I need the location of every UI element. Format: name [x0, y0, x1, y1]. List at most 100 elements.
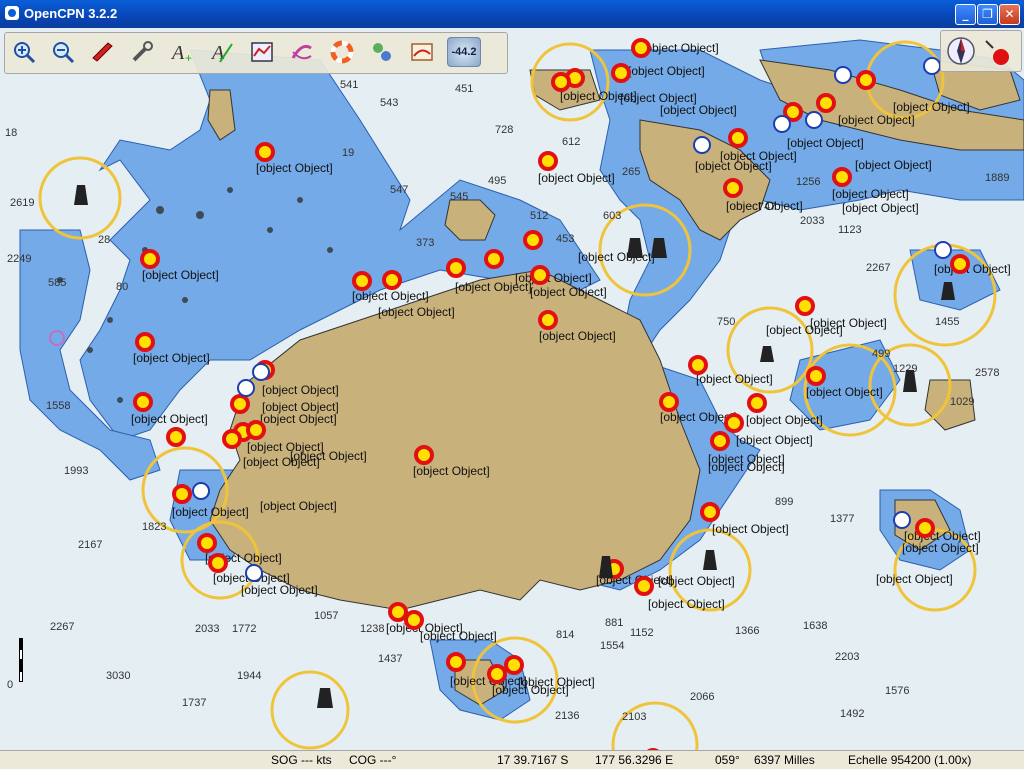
waypoint-marker[interactable] — [487, 664, 507, 684]
lighthouse-icon[interactable] — [703, 550, 717, 570]
waypoint-marker[interactable] — [404, 610, 424, 630]
chart-label: [object Object] — [256, 161, 333, 175]
anchorage-icon[interactable] — [245, 564, 263, 582]
waypoint-marker[interactable] — [631, 38, 651, 58]
waypoint-marker[interactable] — [140, 249, 160, 269]
chart-label: [object Object] — [518, 675, 595, 689]
waypoint-marker[interactable] — [723, 178, 743, 198]
waypoint-marker[interactable] — [414, 445, 434, 465]
depth-sounding: 2066 — [690, 691, 714, 703]
anchorage-icon[interactable] — [773, 115, 791, 133]
depth-sounding: 1944 — [237, 670, 261, 682]
svg-text:A: A — [210, 42, 225, 64]
chart-label: [object Object] — [530, 285, 607, 299]
chart-label: [object Object] — [243, 455, 320, 469]
waypoint-marker[interactable] — [538, 151, 558, 171]
waypoint-marker[interactable] — [700, 502, 720, 522]
waypoint-marker[interactable] — [688, 355, 708, 375]
waypoint-marker[interactable] — [724, 413, 744, 433]
ais-button[interactable] — [367, 37, 397, 67]
waypoint-marker[interactable] — [135, 332, 155, 352]
lighthouse-icon[interactable] — [627, 238, 643, 258]
anchorage-icon[interactable] — [693, 136, 711, 154]
lighthouse-icon[interactable] — [760, 346, 774, 362]
chart-canvas[interactable]: 541 543 451 728 495 612 265 603 747 1256… — [0, 28, 1024, 750]
waypoint-marker[interactable] — [255, 142, 275, 162]
waypoint-marker[interactable] — [172, 484, 192, 504]
waypoint-marker[interactable] — [446, 652, 466, 672]
heading-indicator[interactable]: -44.2 — [447, 37, 481, 67]
lifebuoy-icon — [330, 40, 354, 64]
waypoint-marker[interactable] — [659, 392, 679, 412]
waypoint-marker[interactable] — [611, 63, 631, 83]
waypoint-marker[interactable] — [728, 128, 748, 148]
tide-button[interactable] — [407, 37, 437, 67]
lighthouse-icon[interactable] — [74, 185, 88, 205]
waypoint-marker[interactable] — [551, 72, 571, 92]
anchorage-icon[interactable] — [805, 111, 823, 129]
chart-label: [object Object] — [642, 41, 719, 55]
anchorage-icon[interactable] — [252, 363, 270, 381]
chart-button[interactable] — [247, 37, 277, 67]
anchorage-icon[interactable] — [934, 241, 952, 259]
ship-icon — [92, 42, 113, 62]
route-button[interactable]: A — [207, 37, 237, 67]
depth-sounding: 603 — [603, 210, 621, 222]
scale-segment — [19, 660, 23, 671]
status-bar: SOG --- kts COG ---° 17 39.7167 S 177 56… — [0, 750, 1024, 769]
zoom-in-button[interactable] — [9, 37, 39, 67]
close-button[interactable]: ✕ — [999, 4, 1020, 25]
ship-button[interactable] — [87, 37, 117, 67]
anchorage-icon[interactable] — [834, 66, 852, 84]
waypoint-marker[interactable] — [197, 533, 217, 553]
depth-sounding: 1638 — [803, 620, 827, 632]
waypoint-marker[interactable] — [246, 420, 266, 440]
anchorage-icon[interactable] — [893, 511, 911, 529]
waypoint-marker[interactable] — [832, 167, 852, 187]
waypoint-marker[interactable] — [446, 258, 466, 278]
chart-label: [object Object] — [902, 541, 979, 555]
compass-panel[interactable] — [940, 30, 1022, 72]
depth-sounding: 1366 — [735, 625, 759, 637]
depth-sounding: 1437 — [378, 653, 402, 665]
lighthouse-icon[interactable] — [317, 688, 333, 708]
anchorage-icon[interactable] — [923, 57, 941, 75]
waypoint-marker[interactable] — [504, 655, 524, 675]
waypoint-marker[interactable] — [710, 431, 730, 451]
waypoint-marker[interactable] — [208, 553, 228, 573]
waypoint-marker[interactable] — [530, 265, 550, 285]
anchorage-icon[interactable] — [192, 482, 210, 500]
waypoint-marker[interactable] — [523, 230, 543, 250]
depth-sounding: 1823 — [142, 521, 166, 533]
waypoint-marker[interactable] — [230, 394, 250, 414]
settings-button[interactable] — [127, 37, 157, 67]
waypoint-marker[interactable] — [538, 310, 558, 330]
waypoint-marker[interactable] — [352, 271, 372, 291]
waypoint-marker[interactable] — [166, 427, 186, 447]
waypoint-marker[interactable] — [806, 366, 826, 386]
maximize-button[interactable]: ❐ — [977, 4, 998, 25]
depth-sounding: 1554 — [600, 640, 624, 652]
waypoint-marker[interactable] — [795, 296, 815, 316]
scale-label: 0 — [7, 679, 14, 691]
waypoint-marker[interactable] — [747, 393, 767, 413]
mob-button[interactable] — [327, 37, 357, 67]
waypoint-marker[interactable] — [856, 70, 876, 90]
waypoint-marker[interactable] — [950, 254, 970, 274]
chart-label: [object Object] — [934, 262, 1011, 276]
waypoint-marker[interactable] — [816, 93, 836, 113]
waypoint-marker[interactable] — [382, 270, 402, 290]
waypoint-marker[interactable] — [915, 518, 935, 538]
track-button[interactable] — [287, 37, 317, 67]
waypoint-marker[interactable] — [388, 602, 408, 622]
minimize-button[interactable]: _ — [955, 4, 976, 25]
text-button[interactable]: A + — [167, 37, 197, 67]
anchorage-icon[interactable] — [237, 379, 255, 397]
waypoint-marker[interactable] — [222, 429, 242, 449]
waypoint-marker[interactable] — [133, 392, 153, 412]
zoom-out-button[interactable] — [48, 37, 78, 67]
waypoint-marker[interactable] — [634, 576, 654, 596]
waypoint-marker[interactable] — [484, 249, 504, 269]
depth-sounding: 2033 — [195, 623, 219, 635]
depth-sounding: 1057 — [314, 610, 338, 622]
